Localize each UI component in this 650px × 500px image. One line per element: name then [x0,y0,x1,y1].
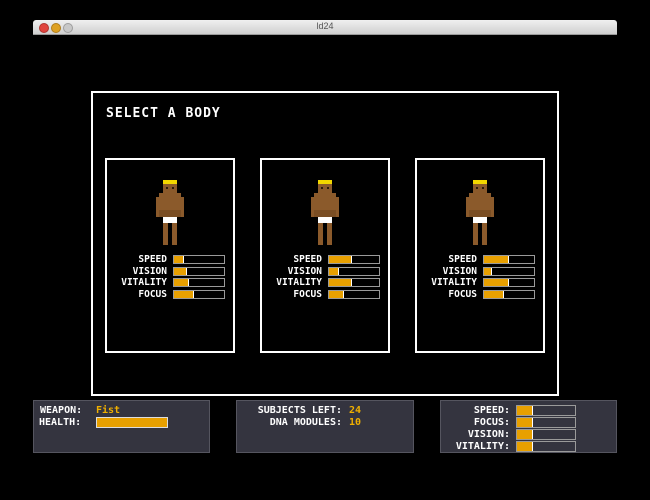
stat-fill [484,267,492,275]
dna-modules-value: 10 [349,417,362,428]
health-fill [97,418,167,427]
hud-progress-panel: SUBJECTS LEFT: 24 DNA MODULES: 10 [236,400,414,453]
stat-bar-vitality [328,278,380,287]
body-2-stats: SPEED VISION VITALITY FOCUS [262,254,388,300]
body-card-1[interactable]: SPEED VISION VITALITY FOCUS [105,158,235,353]
stat-bar-vision [483,266,535,276]
stat-bar-focus [328,289,380,299]
stat-row-vision: VISION [262,266,388,278]
window-titlebar: ld24 [33,20,617,35]
stat-fill [484,290,504,298]
body-sprite-icon [156,180,184,245]
player-vitality-bar [516,441,576,452]
stat-label-vision: VISION [132,265,167,277]
player-focus-bar [516,417,576,428]
stat-fill [329,290,344,298]
window-title: ld24 [316,21,334,31]
stat-fill [329,279,352,286]
stat-label-vision: VISION [287,265,322,277]
stat-label-vitality: VITALITY [121,277,167,288]
stat-bar-vision [173,266,225,276]
stat-fill [174,290,194,298]
body-1-stats: SPEED VISION VITALITY FOCUS [107,254,233,300]
stat-row-focus: FOCUS [417,289,543,301]
dna-modules-label: DNA MODULES: [269,417,342,428]
stat-label-speed: SPEED [293,254,322,265]
stat-row-speed: SPEED [262,254,388,266]
stat-label-speed: SPEED [138,254,167,265]
stat-label-speed: SPEED [448,254,477,265]
player-speed-label: SPEED: [473,405,510,416]
weapon-value: Fist [96,405,121,416]
health-bar [96,417,168,428]
stat-label-focus: FOCUS [293,288,322,300]
stat-fill [174,279,189,286]
stat-bar-speed [173,255,225,264]
stat-fill [329,267,339,275]
stat-label-focus: FOCUS [138,288,167,300]
stat-row-focus: FOCUS [107,289,233,301]
body-card-3[interactable]: SPEED VISION VITALITY FOCUS [415,158,545,353]
player-vitality-fill [517,442,534,451]
stat-fill [329,256,352,263]
hud-weapon-panel: WEAPON: Fist HEALTH: [33,400,210,453]
player-vitality-label: VITALITY: [455,441,510,452]
stat-row-vision: VISION [107,266,233,278]
player-speed-bar [516,405,576,416]
stat-row-speed: SPEED [107,254,233,266]
weapon-label: WEAPON: [40,405,83,416]
stat-bar-vision [328,266,380,276]
select-body-dialog: SELECT A BODY SPEED VISION VITALITY FOCU… [91,91,559,396]
player-focus-fill [517,418,534,427]
stat-fill [174,267,187,275]
stat-row-focus: FOCUS [262,289,388,301]
subjects-left-label: SUBJECTS LEFT: [257,405,342,416]
player-vision-bar [516,429,576,440]
health-label: HEALTH: [39,417,82,428]
stat-bar-focus [483,289,535,299]
stat-fill [174,256,184,263]
subjects-left-value: 24 [349,405,362,416]
dialog-title: SELECT A BODY [106,106,221,121]
stat-row-speed: SPEED [417,254,543,266]
stat-bar-speed [483,255,535,264]
stat-fill [484,256,509,263]
stat-bar-vitality [483,278,535,287]
player-speed-fill [517,406,534,415]
stat-label-vitality: VITALITY [431,277,477,288]
stat-bar-focus [173,289,225,299]
body-sprite-icon [466,180,494,245]
stat-label-focus: FOCUS [448,288,477,300]
body-3-stats: SPEED VISION VITALITY FOCUS [417,254,543,300]
stat-label-vision: VISION [442,265,477,277]
stat-label-vitality: VITALITY [276,277,322,288]
stat-row-vision: VISION [417,266,543,278]
stat-row-vitality: VITALITY [417,277,543,289]
body-sprite-icon [311,180,339,245]
stat-fill [484,279,509,286]
body-card-2[interactable]: SPEED VISION VITALITY FOCUS [260,158,390,353]
player-focus-label: FOCUS: [473,417,510,428]
stat-row-vitality: VITALITY [107,277,233,289]
stat-bar-speed [328,255,380,264]
stat-bar-vitality [173,278,225,287]
player-vision-label: VISION: [467,429,510,440]
hud-player-stats-panel: SPEED: FOCUS: VISION: VITALITY: [440,400,617,453]
stat-row-vitality: VITALITY [262,277,388,289]
player-vision-fill [517,430,534,439]
